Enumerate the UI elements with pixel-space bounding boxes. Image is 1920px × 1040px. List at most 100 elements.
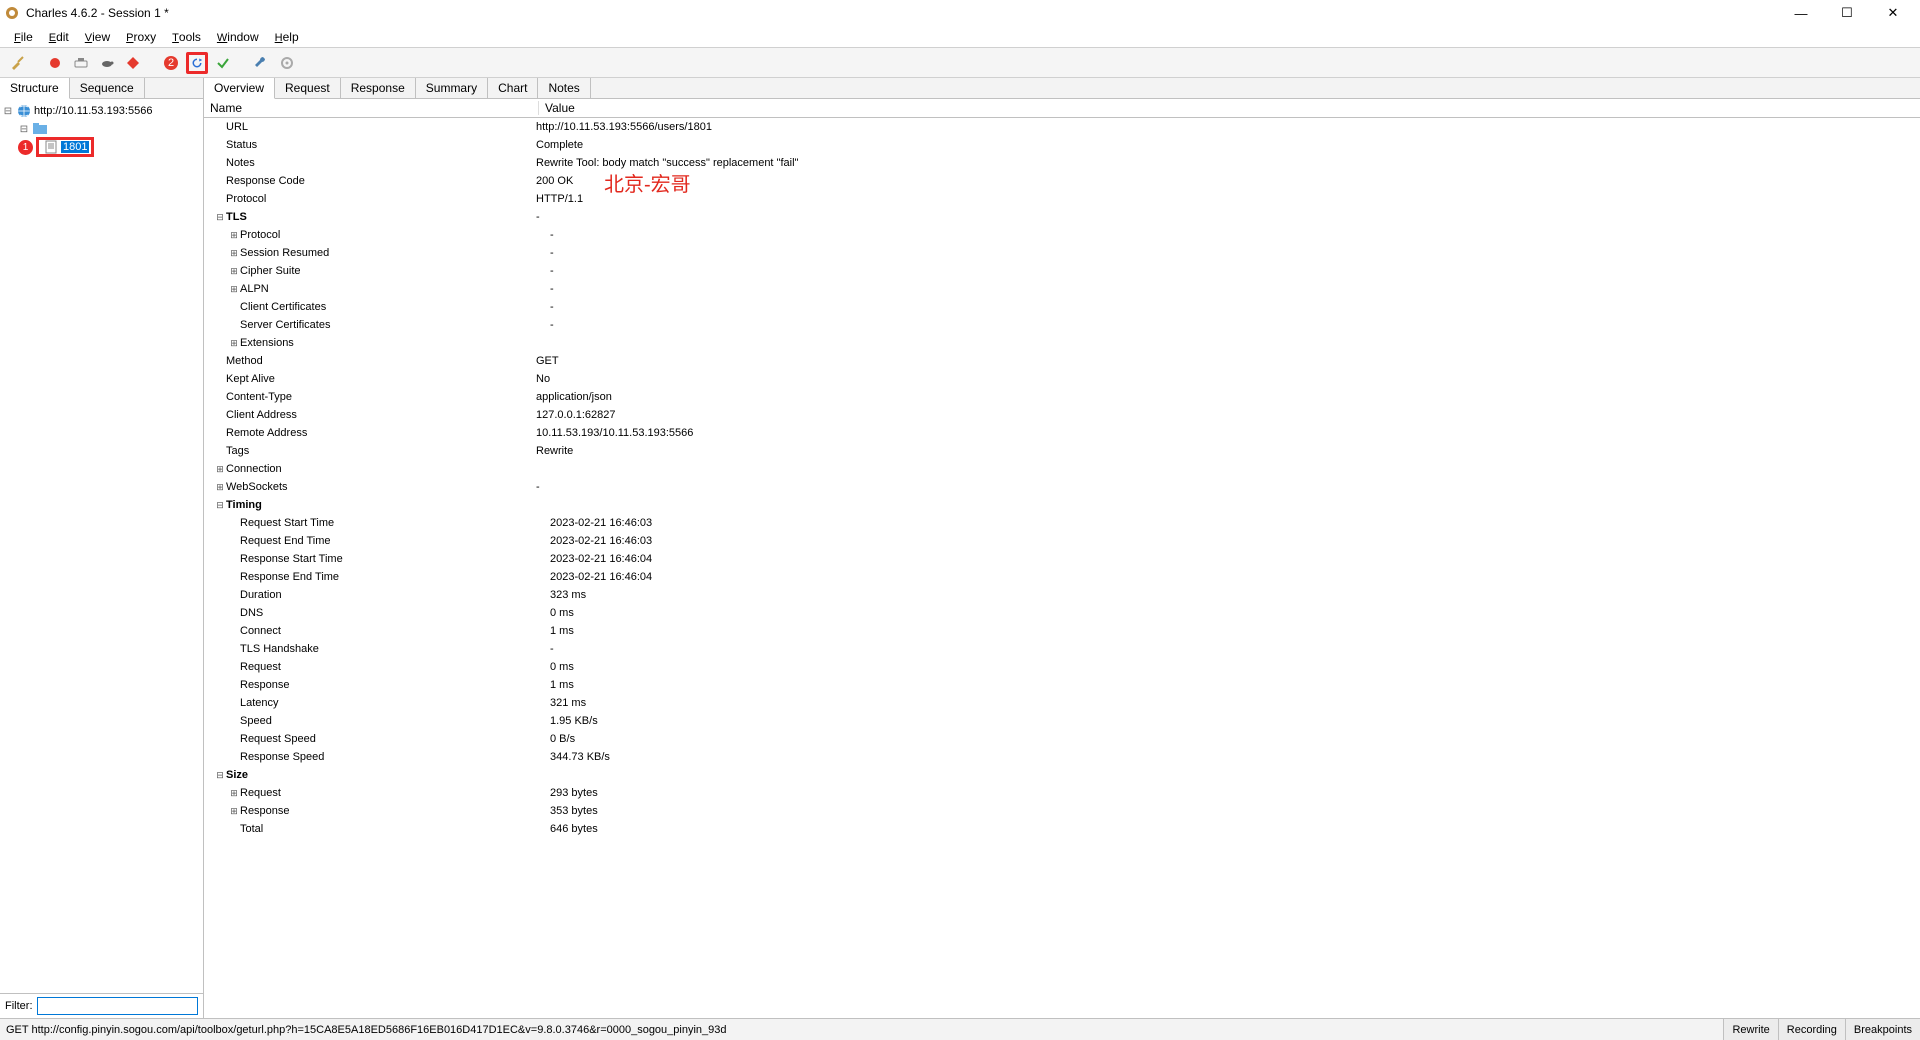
k-tls: TLS <box>226 211 536 223</box>
breakpoint-icon[interactable] <box>122 52 144 74</box>
k-tlscc: Client Certificates <box>240 301 550 313</box>
status-rewrite[interactable]: Rewrite <box>1723 1019 1777 1040</box>
status-bar: GET http://config.pinyin.sogou.com/api/t… <box>0 1018 1920 1040</box>
structure-tree[interactable]: ⊟ http://10.11.53.193:5566 ⊟ 1 1801 <box>0 99 203 993</box>
menu-bar: File Edit View Proxy Tools Window Help <box>0 26 1920 48</box>
v-url: http://10.11.53.193:5566/users/1801 <box>536 121 1920 133</box>
collapse-icon[interactable]: ⊟ <box>214 500 226 511</box>
header-name: Name <box>204 101 539 115</box>
record-icon[interactable] <box>44 52 66 74</box>
tab-summary[interactable]: Summary <box>416 78 488 98</box>
left-tabs: Structure Sequence <box>0 78 203 99</box>
v-notes: Rewrite Tool: body match "success" repla… <box>536 157 1920 169</box>
collapse-icon[interactable]: ⊟ <box>214 212 226 223</box>
tab-response[interactable]: Response <box>341 78 416 98</box>
refresh-icon[interactable] <box>186 52 208 74</box>
expand-icon[interactable]: ⊞ <box>214 464 226 475</box>
tab-sequence[interactable]: Sequence <box>70 78 145 98</box>
k-tlscs: Cipher Suite <box>240 265 550 277</box>
menu-view[interactable]: View <box>77 30 118 44</box>
menu-tools[interactable]: Tools <box>164 30 209 44</box>
v-status: Complete <box>536 139 1920 151</box>
menu-proxy[interactable]: Proxy <box>118 30 164 44</box>
collapse-icon[interactable]: ⊟ <box>18 124 30 135</box>
overview-table[interactable]: URLhttp://10.11.53.193:5566/users/1801 S… <box>204 118 1920 1018</box>
app-icon <box>4 5 20 21</box>
wrench-icon[interactable] <box>250 52 272 74</box>
status-text: GET http://config.pinyin.sogou.com/api/t… <box>0 1024 1723 1036</box>
gear-icon[interactable] <box>276 52 298 74</box>
k-tlssr: Session Resumed <box>240 247 550 259</box>
toolbar: 2 <box>0 48 1920 78</box>
turtle-icon[interactable] <box>96 52 118 74</box>
k-ka: Kept Alive <box>226 373 536 385</box>
tree-item-label: 1801 <box>61 141 89 153</box>
close-button[interactable]: ✕ <box>1870 0 1916 26</box>
k-ra: Remote Address <box>226 427 536 439</box>
k-url: URL <box>226 121 536 133</box>
v-proto: HTTP/1.1 <box>536 193 1920 205</box>
badge-2-icon[interactable]: 2 <box>160 52 182 74</box>
left-pane: Structure Sequence ⊟ http://10.11.53.193… <box>0 78 204 1018</box>
svg-text:2: 2 <box>168 57 174 69</box>
tree-host-label: http://10.11.53.193:5566 <box>34 105 152 117</box>
tab-overview[interactable]: Overview <box>204 78 275 99</box>
status-recording[interactable]: Recording <box>1778 1019 1845 1040</box>
right-tabs: Overview Request Response Summary Chart … <box>204 78 1920 99</box>
expand-icon[interactable]: ⊞ <box>228 248 240 259</box>
k-proto: Protocol <box>226 193 536 205</box>
menu-file[interactable]: File <box>6 30 41 44</box>
badge-1: 1 <box>18 140 33 155</box>
expand-icon[interactable]: ⊞ <box>214 482 226 493</box>
tree-item-row[interactable]: 1 1801 <box>2 138 201 156</box>
expand-icon[interactable]: ⊞ <box>228 788 240 799</box>
k-ca: Client Address <box>226 409 536 421</box>
collapse-icon[interactable]: ⊟ <box>2 106 14 117</box>
broom-icon[interactable] <box>6 52 28 74</box>
check-icon[interactable] <box>212 52 234 74</box>
tree-host[interactable]: ⊟ http://10.11.53.193:5566 <box>2 102 201 120</box>
folder-icon <box>32 122 48 136</box>
collapse-icon[interactable]: ⊟ <box>214 770 226 781</box>
k-tlssc: Server Certificates <box>240 319 550 331</box>
status-breakpoints[interactable]: Breakpoints <box>1845 1019 1920 1040</box>
minimize-button[interactable]: — <box>1778 0 1824 26</box>
k-tlsproto: Protocol <box>240 229 550 241</box>
tree-folder[interactable]: ⊟ <box>2 120 201 138</box>
tab-chart[interactable]: Chart <box>488 78 538 98</box>
v-rc: 200 OK <box>536 175 1920 187</box>
k-status: Status <box>226 139 536 151</box>
menu-help[interactable]: Help <box>267 30 307 44</box>
overview-header: Name Value <box>204 99 1920 118</box>
k-rc: Response Code <box>226 175 536 187</box>
tab-notes[interactable]: Notes <box>538 78 590 98</box>
maximize-button[interactable]: ☐ <box>1824 0 1870 26</box>
tab-structure[interactable]: Structure <box>0 78 70 99</box>
tab-request[interactable]: Request <box>275 78 341 98</box>
window-title: Charles 4.6.2 - Session 1 * <box>26 6 1778 20</box>
header-value: Value <box>539 101 1920 115</box>
throttle-icon[interactable] <box>70 52 92 74</box>
expand-icon[interactable]: ⊞ <box>228 266 240 277</box>
k-tags: Tags <box>226 445 536 457</box>
k-method: Method <box>226 355 536 367</box>
right-pane: Overview Request Response Summary Chart … <box>204 78 1920 1018</box>
k-tlsalpn: ALPN <box>240 283 550 295</box>
expand-icon[interactable]: ⊞ <box>228 284 240 295</box>
expand-icon[interactable]: ⊞ <box>228 230 240 241</box>
title-bar: Charles 4.6.2 - Session 1 * — ☐ ✕ <box>0 0 1920 26</box>
filter-label: Filter: <box>5 1000 33 1012</box>
expand-icon[interactable]: ⊞ <box>228 338 240 349</box>
k-notes: Notes <box>226 157 536 169</box>
k-ws: WebSockets <box>226 481 536 493</box>
globe-icon <box>16 104 32 118</box>
menu-window[interactable]: Window <box>209 30 267 44</box>
k-ct: Content-Type <box>226 391 536 403</box>
k-conn: Connection <box>226 463 536 475</box>
filter-row: Filter: <box>0 993 203 1018</box>
expand-icon[interactable]: ⊞ <box>228 806 240 817</box>
menu-edit[interactable]: Edit <box>41 30 77 44</box>
filter-input[interactable] <box>37 997 199 1015</box>
k-timing: Timing <box>226 499 536 511</box>
k-size: Size <box>226 769 536 781</box>
